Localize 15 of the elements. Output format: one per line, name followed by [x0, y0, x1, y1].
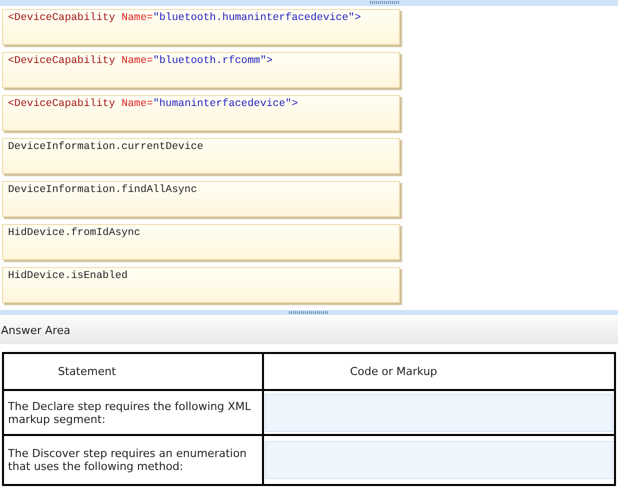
code-option[interactable]: DeviceInformation.currentDevice	[2, 138, 400, 174]
markup-option[interactable]: <DeviceCapability Name="bluetooth.rfcomm">	[2, 52, 400, 88]
markup-option[interactable]: <DeviceCapability Name="humaninterfacedevice">	[2, 95, 400, 131]
splitter[interactable]	[0, 310, 618, 315]
statement-cell: The Declare step requires the following XML markup segment:	[3, 390, 263, 435]
drop-target[interactable]	[265, 394, 613, 432]
column-header: Code or Markup	[263, 353, 615, 390]
statement-cell: The Discover step requires an enumeration that uses the following method:	[3, 435, 263, 485]
markup-option[interactable]: <DeviceCapability Name="bluetooth.humaninterfacedevice">	[2, 9, 400, 45]
code-option[interactable]: HidDevice.fromIdAsync	[2, 224, 400, 260]
column-header: Statement	[3, 353, 263, 390]
answer-area-title: Answer Area	[1, 324, 70, 337]
code-option[interactable]: HidDevice.isEnabled	[2, 267, 400, 303]
drop-target[interactable]	[265, 441, 613, 479]
code-option[interactable]: DeviceInformation.findAllAsync	[2, 181, 400, 217]
